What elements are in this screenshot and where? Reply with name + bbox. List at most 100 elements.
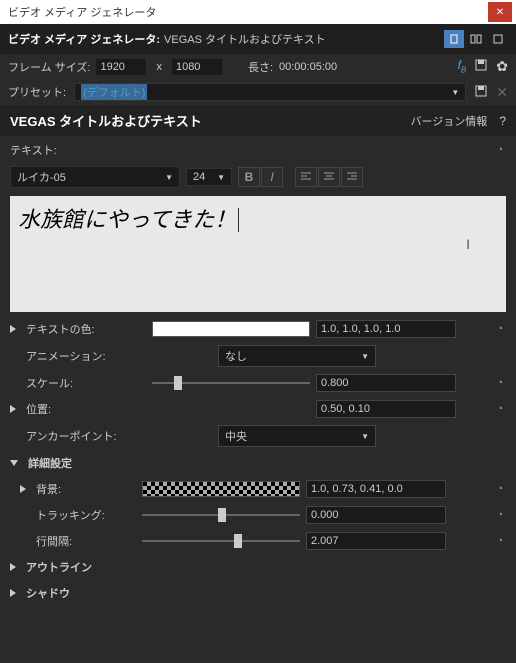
expand-icon[interactable] xyxy=(10,563,16,571)
tracking-row: トラッキング: ◔ xyxy=(0,502,516,528)
scale-slider[interactable] xyxy=(152,375,310,391)
view-mode-2-icon[interactable] xyxy=(466,30,486,48)
line-spacing-row: 行間隔: ◔ xyxy=(0,528,516,554)
tracking-slider[interactable] xyxy=(142,507,300,523)
text-content: 水族館にやってきた！ xyxy=(18,207,236,232)
frame-x-separator: x xyxy=(152,61,166,73)
text-label-row: テキスト: ◔ xyxy=(0,136,516,164)
preset-dropdown[interactable]: (デフォルト) ▼ xyxy=(74,83,466,101)
frame-size-row: フレーム サイズ: x 長さ: 00:00:05:00 fB ✿ xyxy=(0,54,516,79)
font-toolbar: ルイカ-05 ▼ 24 ▼ B I xyxy=(0,164,516,190)
keyframe-icon[interactable]: ◔ xyxy=(494,509,506,521)
keyframe-icon[interactable]: ◔ xyxy=(494,323,506,335)
tracking-input[interactable] xyxy=(306,506,446,524)
collapse-icon[interactable] xyxy=(10,460,18,466)
chevron-down-icon: ▼ xyxy=(165,173,173,182)
preset-label: プリセット: xyxy=(8,84,66,100)
anchor-label: アンカーポイント: xyxy=(26,428,146,444)
scale-row: スケール: ◔ xyxy=(0,370,516,396)
font-family-value: ルイカ-05 xyxy=(17,169,66,185)
background-row: 背景: ◔ xyxy=(0,476,516,502)
position-label: 位置: xyxy=(26,401,146,417)
text-cursor xyxy=(238,208,239,232)
text-label: テキスト: xyxy=(10,142,57,158)
keyframe-icon[interactable]: ◔ xyxy=(494,403,506,415)
help-icon[interactable]: ? xyxy=(499,114,506,128)
anchor-row: アンカーポイント: 中央 ▼ xyxy=(0,422,516,450)
outline-row: アウトライン xyxy=(0,554,516,580)
background-input[interactable] xyxy=(306,480,446,498)
keyframe-icon[interactable]: ◔ xyxy=(494,377,506,389)
animation-label: アニメーション: xyxy=(26,348,146,364)
expand-icon[interactable] xyxy=(10,589,16,597)
background-swatch[interactable] xyxy=(142,481,300,497)
chevron-down-icon: ▼ xyxy=(217,173,225,182)
settings-icon[interactable]: ✿ xyxy=(496,58,508,75)
generator-header: ビデオ メディア ジェネレータ: VEGAS タイトルおよびテキスト xyxy=(0,24,516,54)
length-value[interactable]: 00:00:05:00 xyxy=(279,61,337,73)
expand-icon[interactable] xyxy=(10,325,16,333)
tracking-label: トラッキング: xyxy=(36,507,136,523)
line-spacing-slider[interactable] xyxy=(142,533,300,549)
ibeam-cursor-icon: I xyxy=(466,236,470,252)
text-color-label: テキストの色: xyxy=(26,321,146,337)
chevron-down-icon: ▼ xyxy=(361,432,369,441)
preset-delete-icon[interactable]: ✕ xyxy=(496,84,508,101)
advanced-label: 詳細設定 xyxy=(28,455,148,471)
header-label: ビデオ メディア ジェネレータ: xyxy=(8,31,160,47)
align-center-button[interactable] xyxy=(318,167,340,187)
outline-label: アウトライン xyxy=(26,559,146,575)
section-title: VEGAS タイトルおよびテキスト xyxy=(10,111,202,130)
expand-icon[interactable] xyxy=(10,405,16,413)
position-input[interactable] xyxy=(316,400,456,418)
frame-width-input[interactable] xyxy=(96,59,146,75)
save-icon[interactable] xyxy=(474,58,488,75)
line-spacing-input[interactable] xyxy=(306,532,446,550)
line-spacing-label: 行間隔: xyxy=(36,533,136,549)
font-family-dropdown[interactable]: ルイカ-05 ▼ xyxy=(10,166,180,188)
text-color-row: テキストの色: ◔ xyxy=(0,316,516,342)
font-size-dropdown[interactable]: 24 ▼ xyxy=(186,168,232,186)
section-title-bar: VEGAS タイトルおよびテキスト バージョン情報 ? xyxy=(0,105,516,136)
preset-save-icon[interactable] xyxy=(474,84,488,101)
window-titlebar: ビデオ メディア ジェネレータ ✕ xyxy=(0,0,516,24)
view-mode-1-icon[interactable] xyxy=(444,30,464,48)
expand-icon[interactable] xyxy=(20,485,26,493)
frame-size-label: フレーム サイズ: xyxy=(8,59,90,75)
italic-button[interactable]: I xyxy=(261,167,283,187)
align-right-button[interactable] xyxy=(341,167,363,187)
anchor-value: 中央 xyxy=(225,428,247,444)
frame-height-input[interactable] xyxy=(172,59,222,75)
keyframe-icon[interactable]: ◔ xyxy=(494,535,506,547)
background-label: 背景: xyxy=(36,481,136,497)
text-editor[interactable]: 水族館にやってきた！ I xyxy=(10,196,506,312)
close-button[interactable]: ✕ xyxy=(488,2,512,22)
advanced-row: 詳細設定 xyxy=(0,450,516,476)
font-size-value: 24 xyxy=(193,171,205,183)
animation-dropdown[interactable]: なし ▼ xyxy=(218,345,376,367)
scale-input[interactable] xyxy=(316,374,456,392)
keyframe-icon[interactable]: ◔ xyxy=(494,144,506,156)
view-mode-3-icon[interactable] xyxy=(488,30,508,48)
align-left-button[interactable] xyxy=(295,167,317,187)
header-subtitle: VEGAS タイトルおよびテキスト xyxy=(164,31,326,47)
window-title: ビデオ メディア ジェネレータ xyxy=(4,4,488,20)
keyframe-icon[interactable]: ◔ xyxy=(494,483,506,495)
chevron-down-icon: ▼ xyxy=(451,88,459,97)
scale-label: スケール: xyxy=(26,375,146,391)
animation-value: なし xyxy=(225,348,247,364)
anchor-dropdown[interactable]: 中央 ▼ xyxy=(218,425,376,447)
preset-row: プリセット: (デフォルト) ▼ ✕ xyxy=(0,79,516,105)
preset-value: (デフォルト) xyxy=(81,84,147,100)
length-label: 長さ: xyxy=(248,59,273,75)
shadow-label: シャドウ xyxy=(26,585,146,601)
text-color-input[interactable] xyxy=(316,320,456,338)
bold-button[interactable]: B xyxy=(238,167,260,187)
text-color-swatch[interactable] xyxy=(152,321,310,337)
shadow-row: シャドウ xyxy=(0,580,516,606)
chevron-down-icon: ▼ xyxy=(361,352,369,361)
animation-row: アニメーション: なし ▼ xyxy=(0,342,516,370)
position-row: 位置: ◔ xyxy=(0,396,516,422)
version-link[interactable]: バージョン情報 xyxy=(411,113,488,129)
fx-icon[interactable]: fB xyxy=(458,58,467,74)
